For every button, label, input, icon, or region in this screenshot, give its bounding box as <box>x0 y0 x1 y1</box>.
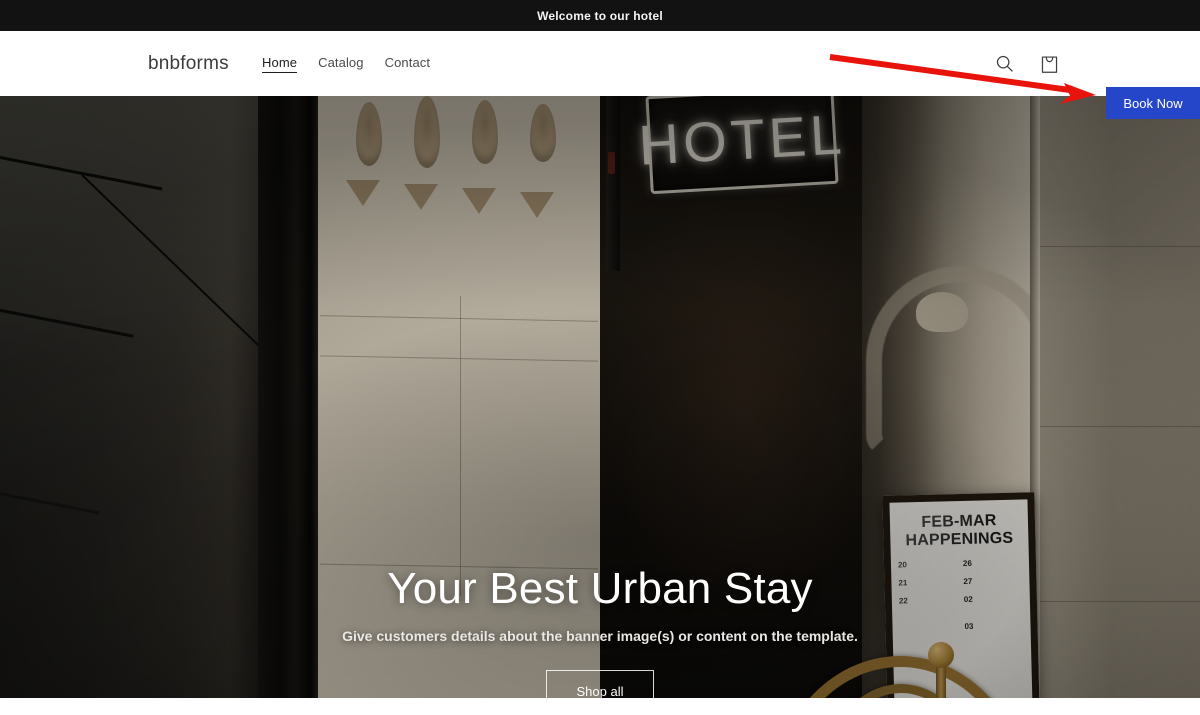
page-root: Welcome to our hotel bnbforms Home Catal… <box>0 0 1200 715</box>
header-actions <box>991 51 1062 77</box>
search-icon <box>995 54 1014 73</box>
hero-subtitle: Give customers details about the banner … <box>342 628 858 645</box>
site-header: bnbforms Home Catalog Contact <box>0 31 1200 96</box>
book-now-button[interactable]: Book Now <box>1106 87 1200 119</box>
header-inner: bnbforms Home Catalog Contact <box>0 31 1200 96</box>
hero-banner: HOTEL FEB-MAR HAPPENINGS 20 21 <box>0 96 1200 698</box>
page-bottom-strip <box>0 698 1200 715</box>
nav-item-contact[interactable]: Contact <box>385 55 431 72</box>
cart-icon <box>1040 54 1059 74</box>
search-button[interactable] <box>991 51 1017 77</box>
hero-content: Your Best Urban Stay Give customers deta… <box>0 564 1200 698</box>
announcement-bar: Welcome to our hotel <box>0 0 1200 31</box>
announcement-text: Welcome to our hotel <box>537 8 663 23</box>
hero-title: Your Best Urban Stay <box>387 564 813 613</box>
shop-all-button[interactable]: Shop all <box>545 670 655 698</box>
nav-item-catalog[interactable]: Catalog <box>318 55 364 72</box>
brand-logo[interactable]: bnbforms <box>148 53 229 75</box>
main-navigation: Home Catalog Contact <box>262 55 430 73</box>
nav-item-home[interactable]: Home <box>262 55 298 73</box>
cart-button[interactable] <box>1036 51 1062 77</box>
